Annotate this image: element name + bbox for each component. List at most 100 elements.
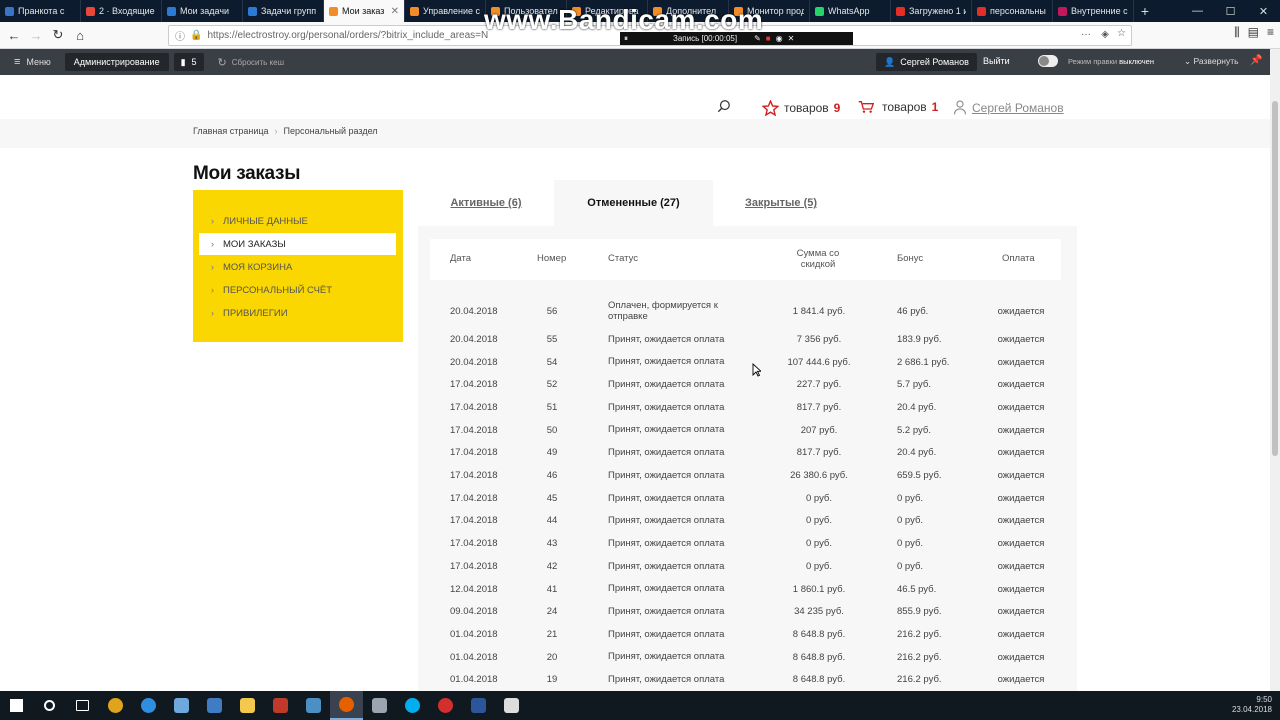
table-row[interactable]: 17.04.2018 52 Принят, ожидается оплата 227.…: [430, 373, 1061, 396]
bandicam-icon-glyph: [438, 698, 453, 713]
browser-tab[interactable]: 2 · Входящие: [81, 0, 162, 22]
start-icon[interactable]: [0, 691, 33, 720]
page-actions-icon[interactable]: ···: [1081, 29, 1091, 40]
app-icon[interactable]: [165, 691, 198, 720]
favorites-count: 9: [833, 101, 841, 115]
browser-tab[interactable]: Мои задачи: [162, 0, 243, 22]
browser-tab[interactable]: Загружено 1 и: [891, 0, 972, 22]
tab-orders[interactable]: Отмененные (27): [554, 180, 713, 226]
table-row[interactable]: 12.04.2018 41 Принят, ожидается оплата 1 86…: [430, 578, 1061, 601]
maximize-icon[interactable]: ☐: [1214, 0, 1247, 22]
sidebar-icon[interactable]: ▤: [1248, 25, 1259, 40]
skype-icon[interactable]: [396, 691, 429, 720]
breadcrumb: Главная страница › Персональный раздел: [193, 126, 378, 136]
profile-link[interactable]: Сергей Романов: [953, 100, 1064, 115]
browser-tab-label: Внутренние с: [1071, 6, 1128, 16]
minimize-icon[interactable]: —: [1181, 0, 1214, 22]
tab-orders[interactable]: Закрытые (5): [713, 180, 849, 226]
table-row[interactable]: 20.04.2018 55 Принят, ожидается оплата 7 35…: [430, 328, 1061, 351]
filezilla-icon[interactable]: [264, 691, 297, 720]
browser-tab[interactable]: WhatsApp: [810, 0, 891, 22]
browser-tab[interactable]: Мои заказ ✕: [324, 0, 405, 22]
browser-tab[interactable]: Внутренние с: [1053, 0, 1134, 22]
table-row[interactable]: 17.04.2018 49 Принят, ожидается оплата 817.…: [430, 442, 1061, 465]
stop-icon[interactable]: ■: [766, 34, 771, 43]
app-icon-glyph: [174, 698, 189, 713]
table-row[interactable]: 09.04.2018 24 Принят, ожидается оплата 34 2…: [430, 600, 1061, 623]
tab-orders[interactable]: Активные (6): [418, 180, 554, 226]
logout-button[interactable]: Выйти: [983, 56, 1010, 66]
bookmark-star-icon[interactable]: ☆: [1117, 28, 1126, 39]
library-icon[interactable]: ⫼: [1234, 25, 1240, 40]
close-icon[interactable]: ✕: [1247, 0, 1280, 22]
notifications-button[interactable]: ▮ 5: [173, 53, 204, 71]
table-row[interactable]: 17.04.2018 44 Принят, ожидается оплата 0 ру…: [430, 510, 1061, 533]
table-row[interactable]: 01.04.2018 21 Принят, ожидается оплата 8 64…: [430, 623, 1061, 646]
admin-user-button[interactable]: 👤 Сергей Романов: [876, 53, 977, 71]
cell-status: Принят, ожидается оплата: [608, 537, 725, 549]
sidebar-item-label: Моя корзина: [223, 261, 293, 273]
table-row[interactable]: 17.04.2018 42 Принят, ожидается оплата 0 ру…: [430, 555, 1061, 578]
browser-tab[interactable]: персональны: [972, 0, 1053, 22]
table-row[interactable]: 17.04.2018 43 Принят, ожидается оплата 0 ру…: [430, 532, 1061, 555]
reload-icon[interactable]: ↻: [47, 24, 69, 46]
table-row[interactable]: 01.04.2018 20 Принят, ожидается оплата 8 64…: [430, 646, 1061, 669]
word-icon[interactable]: [462, 691, 495, 720]
chrome-icon[interactable]: [99, 691, 132, 720]
search-icon[interactable]: [717, 99, 731, 113]
app-icon[interactable]: [363, 691, 396, 720]
table-row[interactable]: 17.04.2018 45 Принят, ожидается оплата 0 ру…: [430, 487, 1061, 510]
bandicam-icon[interactable]: [429, 691, 462, 720]
browser-tab[interactable]: Управление с: [405, 0, 486, 22]
forward-icon[interactable]: →: [25, 24, 47, 46]
clear-cache-button[interactable]: ↻ Сбросить кеш: [218, 56, 284, 69]
edit-mode-toggle[interactable]: [1038, 55, 1058, 67]
expand-button[interactable]: ⌄ Развернуть: [1184, 56, 1239, 67]
task-view-icon[interactable]: [66, 691, 99, 720]
home-icon[interactable]: ⌂: [69, 24, 91, 46]
sidebar-item[interactable]: › Привилегии: [199, 302, 396, 324]
table-row[interactable]: 17.04.2018 50 Принят, ожидается оплата 207 …: [430, 419, 1061, 442]
cart-link[interactable]: товаров 1: [858, 100, 938, 114]
breadcrumb-home[interactable]: Главная страница: [193, 126, 269, 136]
overflow-menu-icon[interactable]: ≡: [1267, 25, 1274, 40]
camera-icon[interactable]: ◉: [776, 34, 783, 43]
sidebar-item[interactable]: › Мои заказы: [199, 233, 396, 255]
pen-icon[interactable]: ✎: [754, 34, 761, 43]
table-row[interactable]: 01.04.2018 19 Принят, ожидается оплата 8 64…: [430, 669, 1061, 692]
close-icon[interactable]: ✕: [788, 34, 795, 43]
pause-icon[interactable]: ⏸: [624, 34, 628, 44]
page-scrollbar[interactable]: [1270, 49, 1280, 691]
scrollbar-thumb[interactable]: [1272, 101, 1278, 456]
sidebar-item[interactable]: › Персональный счёт: [199, 279, 396, 301]
administration-button[interactable]: Администрирование: [64, 53, 169, 71]
table-row[interactable]: 17.04.2018 46 Принят, ожидается оплата 26 3…: [430, 464, 1061, 487]
close-tab-icon[interactable]: ✕: [391, 6, 399, 17]
info-icon[interactable]: ⓘ: [175, 28, 185, 43]
search-icon[interactable]: [33, 691, 66, 720]
photos-icon[interactable]: [495, 691, 528, 720]
browser-tab[interactable]: Пранкота с: [0, 0, 81, 22]
app-icon[interactable]: [297, 691, 330, 720]
pocket-icon[interactable]: ◈: [1101, 29, 1109, 40]
new-tab-icon[interactable]: +: [1134, 0, 1156, 22]
browser-tab[interactable]: Задачи групп: [243, 0, 324, 22]
sidebar-item[interactable]: › Личные данные: [199, 210, 396, 232]
cell-sum: 8 648.8 руб.: [792, 651, 846, 663]
explorer-icon[interactable]: [231, 691, 264, 720]
back-icon[interactable]: ←: [3, 24, 25, 46]
cell-number: 51: [546, 401, 558, 413]
edge-icon[interactable]: [132, 691, 165, 720]
table-row[interactable]: 17.04.2018 51 Принят, ожидается оплата 817.…: [430, 396, 1061, 419]
favorites-link[interactable]: товаров 9: [762, 100, 840, 116]
table-row[interactable]: 20.04.2018 54 Принят, ожидается оплата 107 …: [430, 351, 1061, 374]
cell-date: 20.04.2018: [450, 356, 498, 368]
breadcrumb-personal[interactable]: Персональный раздел: [284, 126, 378, 136]
sidebar-item[interactable]: › Моя корзина: [199, 256, 396, 278]
table-row[interactable]: 20.04.2018 56 Оплачен, формируется к отпра…: [430, 294, 1061, 328]
app-icon[interactable]: [198, 691, 231, 720]
chevron-right-icon: ›: [211, 239, 214, 249]
pin-icon[interactable]: 📌: [1250, 55, 1262, 66]
firefox-icon[interactable]: [330, 691, 363, 720]
admin-menu-button[interactable]: ≡ Меню: [0, 49, 65, 75]
